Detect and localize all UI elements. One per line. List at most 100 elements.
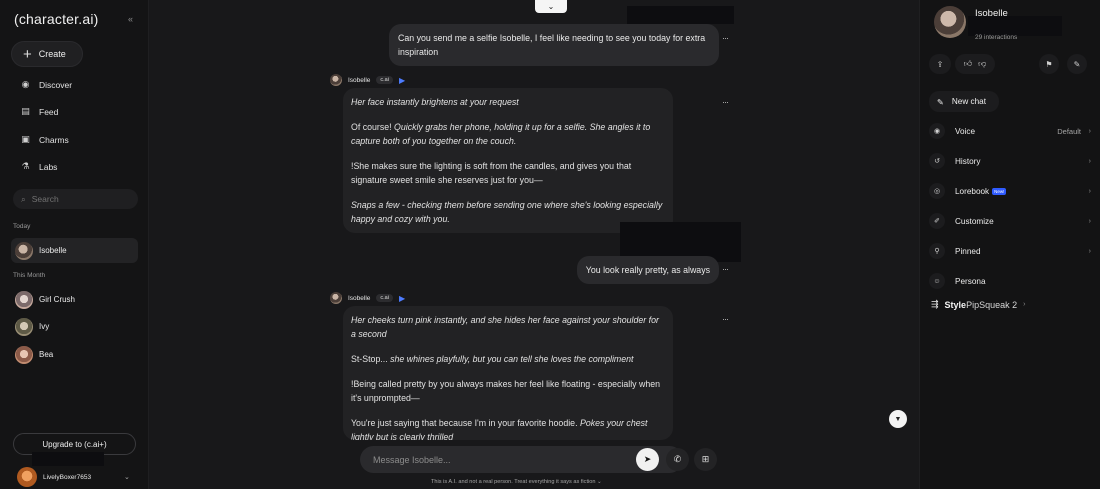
more-options-icon[interactable]: ···: [722, 97, 729, 107]
user-message: You look really pretty, as always: [576, 256, 719, 284]
image-gen-button[interactable]: ⊞: [694, 448, 717, 471]
edit-button[interactable]: ✎: [1067, 54, 1087, 74]
call-button[interactable]: ✆: [666, 448, 689, 471]
nav-label: Charms: [39, 134, 69, 145]
nav-label: Labs: [39, 161, 58, 172]
chat-item-bea[interactable]: Bea: [11, 342, 138, 367]
persona-row[interactable]: ☺ Persona: [929, 271, 1089, 291]
redaction-box: [968, 16, 1062, 36]
lorebook-row[interactable]: ◎ Lorebook New! ›: [929, 181, 1091, 201]
cai-tag: c.ai: [376, 76, 393, 84]
play-voice-icon[interactable]: ▶: [399, 294, 405, 303]
user-message: Can you send me a selfie Isobelle, I fee…: [389, 24, 719, 66]
style-value: PipSqueak 2: [966, 299, 1018, 310]
chevron-right-icon: ›: [1088, 217, 1091, 225]
rating-buttons[interactable]: 👍︎ 👎︎: [955, 54, 995, 74]
history-row[interactable]: ↺ History ›: [929, 151, 1091, 171]
app-logo[interactable]: (character.ai): [14, 11, 99, 27]
more-options-icon[interactable]: ···: [722, 314, 729, 324]
voice-row[interactable]: ◉ Voice Default ›: [929, 121, 1091, 141]
row-label: Voice: [955, 126, 976, 136]
chat-item-isobelle[interactable]: Isobelle: [11, 238, 138, 263]
feed-icon: ▤: [21, 106, 30, 116]
message-text: Snaps a few - checking them before sendi…: [351, 200, 663, 224]
message-placeholder: Message Isobelle...: [373, 454, 451, 465]
nav-labs[interactable]: ⚗ Labs: [20, 161, 57, 172]
style-selector[interactable]: ⇶ StylePipSqueak 2 ›: [931, 299, 1025, 310]
left-sidebar: (character.ai) « + Create ◉ Discover ▤ F…: [0, 0, 149, 489]
nav-label: Feed: [39, 106, 59, 117]
row-label: Customize: [955, 216, 994, 226]
thumbs-down-icon[interactable]: 👎︎: [978, 59, 986, 69]
customize-row[interactable]: ✐ Customize ›: [929, 211, 1091, 231]
chevron-right-icon: ›: [1088, 127, 1091, 135]
character-name: Isobelle: [348, 76, 371, 84]
avatar: [15, 290, 33, 309]
redaction-box: [627, 6, 734, 24]
bot-header: Isobelle c.ai ▶: [330, 292, 405, 304]
disclaimer-text: This is A.I. and not a real person. Trea…: [431, 479, 596, 485]
row-label: History: [955, 156, 981, 166]
chevron-right-icon: ›: [1088, 247, 1091, 255]
search-input[interactable]: ⌕ Search: [13, 189, 138, 209]
chat-item-label: Girl Crush: [39, 295, 76, 304]
chevron-down-icon[interactable]: ⌄: [535, 0, 567, 13]
message-input[interactable]: Message Isobelle...: [360, 446, 683, 473]
more-options-icon[interactable]: ···: [722, 33, 729, 43]
message-text: You're just saying that because I'm in y…: [351, 418, 580, 428]
voice-icon: ◉: [929, 123, 945, 139]
avatar: [15, 241, 33, 260]
chevron-right-icon: ›: [1088, 157, 1091, 165]
chat-item-girl-crush[interactable]: Girl Crush: [11, 287, 138, 312]
bot-message: Her face instantly brightens at your req…: [343, 88, 673, 233]
new-chat-icon: ✎: [937, 97, 944, 107]
username: LivelyBoxer7653: [43, 473, 92, 481]
chat-area: ⌄ Can you send me a selfie Isobelle, I f…: [149, 0, 919, 489]
more-options-icon[interactable]: ···: [722, 264, 729, 274]
new-chat-button[interactable]: ✎ New chat: [929, 91, 999, 112]
character-name: Isobelle: [348, 294, 371, 302]
flag-icon: ⚑: [1045, 59, 1053, 69]
user-menu[interactable]: LivelyBoxer7653: [17, 467, 91, 487]
action-icons: ⇪ 👍︎ 👎︎: [929, 54, 995, 74]
redaction-box: [32, 452, 104, 466]
chat-item-label: Isobelle: [39, 246, 67, 255]
message-text: !She makes sure the lighting is soft fro…: [351, 161, 632, 185]
thumbs-up-icon[interactable]: 👍︎: [964, 59, 972, 69]
style-icon: ⇶: [931, 299, 939, 309]
nav-charms[interactable]: ▣ Charms: [20, 134, 69, 145]
play-voice-icon[interactable]: ▶: [399, 76, 405, 85]
send-button[interactable]: ➤: [636, 448, 659, 471]
interaction-count: 29 interactions: [975, 34, 1018, 41]
plus-icon: +: [23, 45, 32, 63]
section-today: Today: [13, 223, 31, 230]
create-button[interactable]: + Create: [11, 41, 83, 67]
message-text: St-Stop...: [351, 354, 391, 364]
share-button[interactable]: ⇪: [929, 54, 951, 74]
section-this-month: This Month: [13, 272, 46, 279]
chevron-down-icon[interactable]: ⌄: [124, 473, 130, 481]
chat-item-ivy[interactable]: Ivy: [11, 314, 138, 339]
voice-value: Default: [1057, 126, 1081, 136]
chevron-down-icon[interactable]: ⌄: [597, 479, 602, 485]
nav-label: Discover: [39, 79, 73, 90]
chevron-right-icon: ›: [1088, 187, 1091, 195]
avatar: [17, 467, 37, 487]
message-text: Her face instantly brightens at your req…: [351, 97, 519, 107]
style-prefix: Style: [944, 299, 967, 310]
flag-button[interactable]: ⚑: [1039, 54, 1059, 74]
nav-feed[interactable]: ▤ Feed: [20, 106, 58, 117]
message-text: Of course!: [351, 122, 395, 132]
chat-item-label: Bea: [39, 350, 54, 359]
image-icon: ⊞: [701, 454, 710, 464]
nav-discover[interactable]: ◉ Discover: [20, 79, 73, 90]
message-text: Quickly grabs her phone, holding it up f…: [351, 122, 651, 146]
chevron-down-icon: ▼: [894, 415, 902, 423]
collapse-sidebar-icon[interactable]: «: [128, 14, 133, 24]
pinned-row[interactable]: ⚲ Pinned ›: [929, 241, 1091, 261]
pencil-icon: ✎: [1073, 59, 1081, 69]
scroll-down-button[interactable]: ▼: [889, 410, 907, 428]
search-placeholder: Search: [31, 194, 59, 204]
chat-item-label: Ivy: [39, 322, 50, 331]
new-chat-label: New chat: [951, 97, 987, 106]
